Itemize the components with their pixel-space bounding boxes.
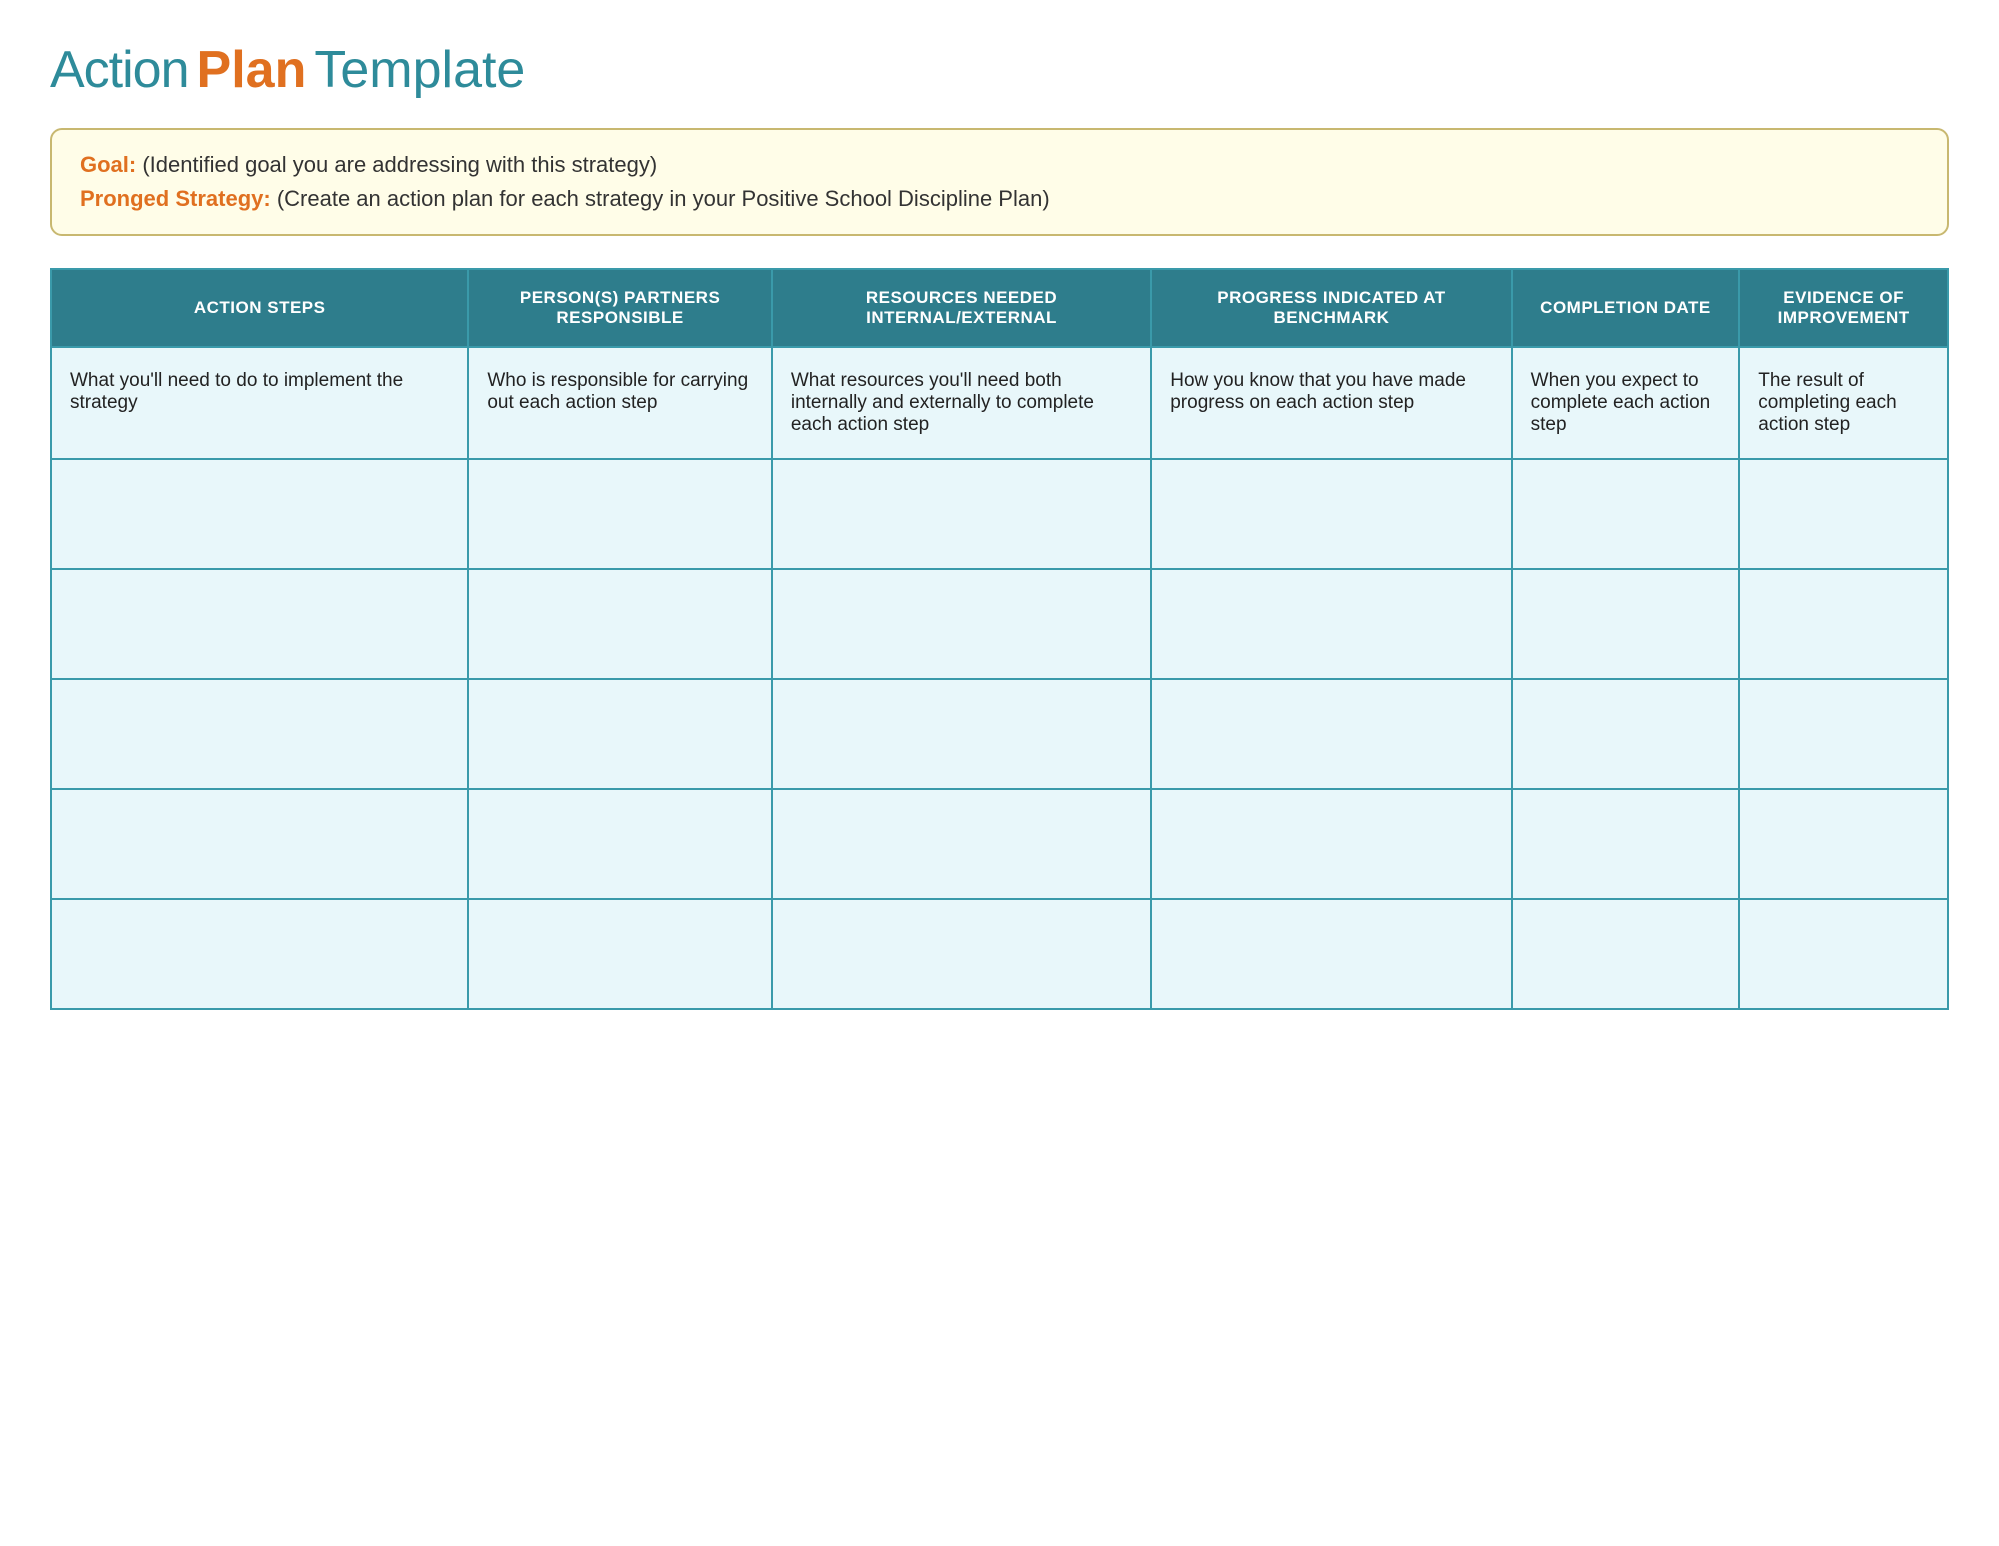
cell-evidence-empty (1739, 459, 1948, 569)
cell-progress-empty (1151, 569, 1511, 679)
cell-evidence-empty (1739, 899, 1948, 1009)
cell-action-steps-desc: What you'll need to do to implement the … (51, 347, 468, 459)
title-plan: Plan (197, 40, 307, 100)
table-header-row: ACTION STEPS PERSON(S) PARTNERS RESPONSI… (51, 269, 1948, 347)
title-action: Action (50, 40, 189, 100)
cell-action-steps-empty (51, 679, 468, 789)
cell-resources-empty (772, 679, 1151, 789)
action-plan-table: ACTION STEPS PERSON(S) PARTNERS RESPONSI… (50, 268, 1949, 1010)
table-row (51, 459, 1948, 569)
cell-progress-empty (1151, 459, 1511, 569)
cell-completion-empty (1512, 789, 1740, 899)
cell-action-steps-empty (51, 459, 468, 569)
page-title: Action Plan Template (50, 40, 1949, 100)
table-row (51, 899, 1948, 1009)
cell-action-steps-empty (51, 899, 468, 1009)
table-row (51, 679, 1948, 789)
cell-completion-empty (1512, 679, 1740, 789)
header-action-steps: ACTION STEPS (51, 269, 468, 347)
cell-progress-desc: How you know that you have made progress… (1151, 347, 1511, 459)
cell-resources-empty (772, 789, 1151, 899)
header-persons-responsible: PERSON(S) PARTNERS RESPONSIBLE (468, 269, 772, 347)
cell-completion-desc: When you expect to complete each action … (1512, 347, 1740, 459)
cell-progress-empty (1151, 789, 1511, 899)
cell-resources-empty (772, 899, 1151, 1009)
cell-completion-empty (1512, 899, 1740, 1009)
cell-resources-empty (772, 569, 1151, 679)
page-header: Action Plan Template (50, 40, 1949, 100)
table-row-first: What you'll need to do to implement the … (51, 347, 1948, 459)
cell-progress-empty (1151, 899, 1511, 1009)
goal-line: Goal: (Identified goal you are addressin… (80, 152, 1919, 178)
cell-persons-empty (468, 789, 772, 899)
goal-label: Goal: (80, 152, 136, 177)
cell-resources-desc: What resources you'll need both internal… (772, 347, 1151, 459)
cell-persons-empty (468, 459, 772, 569)
table-row (51, 789, 1948, 899)
cell-evidence-empty (1739, 789, 1948, 899)
cell-resources-empty (772, 459, 1151, 569)
strategy-label: Pronged Strategy: (80, 186, 271, 211)
cell-persons-desc: Who is responsible for carrying out each… (468, 347, 772, 459)
cell-completion-empty (1512, 459, 1740, 569)
goal-box: Goal: (Identified goal you are addressin… (50, 128, 1949, 236)
header-completion-date: COMPLETION DATE (1512, 269, 1740, 347)
title-template: Template (314, 40, 525, 100)
cell-evidence-empty (1739, 679, 1948, 789)
cell-evidence-desc: The result of completing each action ste… (1739, 347, 1948, 459)
cell-persons-empty (468, 899, 772, 1009)
strategy-text: (Create an action plan for each strategy… (277, 186, 1050, 211)
header-resources-needed: RESOURCES NEEDED INTERNAL/EXTERNAL (772, 269, 1151, 347)
cell-progress-empty (1151, 679, 1511, 789)
cell-persons-empty (468, 569, 772, 679)
cell-evidence-empty (1739, 569, 1948, 679)
cell-completion-empty (1512, 569, 1740, 679)
header-progress-benchmark: PROGRESS INDICATED AT BENCHMARK (1151, 269, 1511, 347)
table-row (51, 569, 1948, 679)
cell-action-steps-empty (51, 569, 468, 679)
goal-text: (Identified goal you are addressing with… (142, 152, 657, 177)
cell-persons-empty (468, 679, 772, 789)
header-evidence-improvement: EVIDENCE OF IMPROVEMENT (1739, 269, 1948, 347)
cell-action-steps-empty (51, 789, 468, 899)
strategy-line: Pronged Strategy: (Create an action plan… (80, 186, 1919, 212)
